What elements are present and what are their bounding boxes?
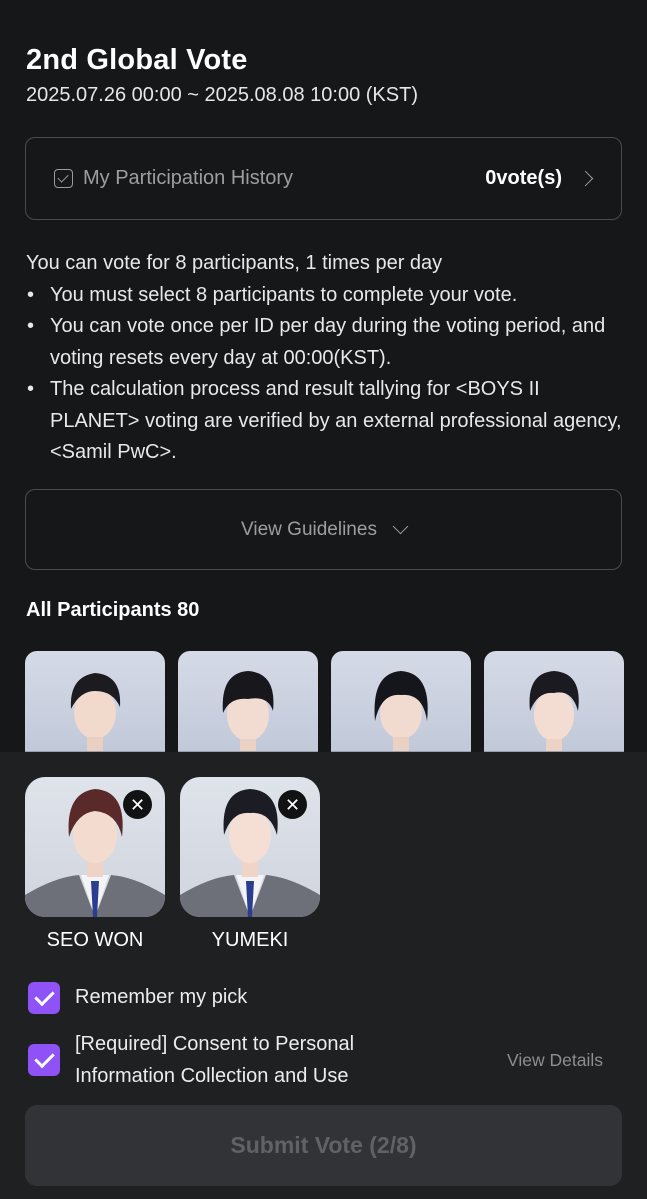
vote-rules: You can vote for 8 participants, 1 times… — [26, 248, 626, 469]
view-guidelines-button[interactable]: View Guidelines — [25, 489, 622, 570]
chevron-right-icon — [577, 170, 594, 187]
vote-count: 0vote(s) — [485, 167, 562, 189]
rule-item: You can vote once per ID per day during … — [26, 311, 626, 374]
rule-item: You must select 8 participants to comple… — [26, 280, 626, 312]
rule-item: The calculation process and result tally… — [26, 374, 626, 469]
chevron-down-icon — [392, 518, 409, 535]
history-label: My Participation History — [83, 167, 294, 189]
vote-period: 2025.07.26 00:00 ~ 2025.08.08 10:00 (KST… — [26, 84, 418, 106]
participant-photo — [331, 671, 471, 761]
picked-name: YUMEKI — [211, 929, 289, 951]
close-icon[interactable]: ✕ — [123, 790, 152, 819]
rules-intro: You can vote for 8 participants, 1 times… — [26, 252, 443, 274]
participant-photo — [25, 673, 165, 761]
participant-card[interactable] — [484, 651, 624, 761]
submit-vote-button[interactable]: Submit Vote (2/8) — [25, 1105, 622, 1186]
picked-participant: ✕ YUMEKI — [180, 777, 320, 952]
participant-card[interactable] — [25, 651, 165, 761]
remember-pick-label: Remember my pick — [75, 986, 248, 1008]
picked-photo[interactable]: ✕ — [180, 777, 320, 917]
participant-photo — [178, 671, 318, 761]
remember-pick-checkbox[interactable] — [28, 982, 60, 1014]
picked-name: SEO WON — [46, 929, 144, 951]
guidelines-label: View Guidelines — [241, 518, 377, 540]
page-title: 2nd Global Vote — [26, 44, 248, 76]
participants-heading: All Participants 80 — [26, 599, 200, 621]
close-icon[interactable]: ✕ — [278, 790, 307, 819]
picked-participant: ✕ SEO WON — [25, 777, 165, 952]
picked-photo[interactable]: ✕ — [25, 777, 165, 917]
consent-row: [Required] Consent to Personal Informati… — [28, 1029, 405, 1092]
view-details-link[interactable]: View Details — [507, 1050, 603, 1071]
participant-card[interactable] — [331, 651, 471, 761]
consent-checkbox[interactable] — [28, 1044, 60, 1076]
remember-pick-row: Remember my pick — [28, 982, 247, 1014]
participant-photo — [484, 671, 624, 761]
checkbox-icon — [54, 169, 73, 188]
consent-label: [Required] Consent to Personal Informati… — [75, 1033, 355, 1087]
participant-grid — [25, 651, 624, 761]
participation-history-button[interactable]: My Participation History 0vote(s) — [25, 137, 622, 220]
participant-card[interactable] — [178, 651, 318, 761]
